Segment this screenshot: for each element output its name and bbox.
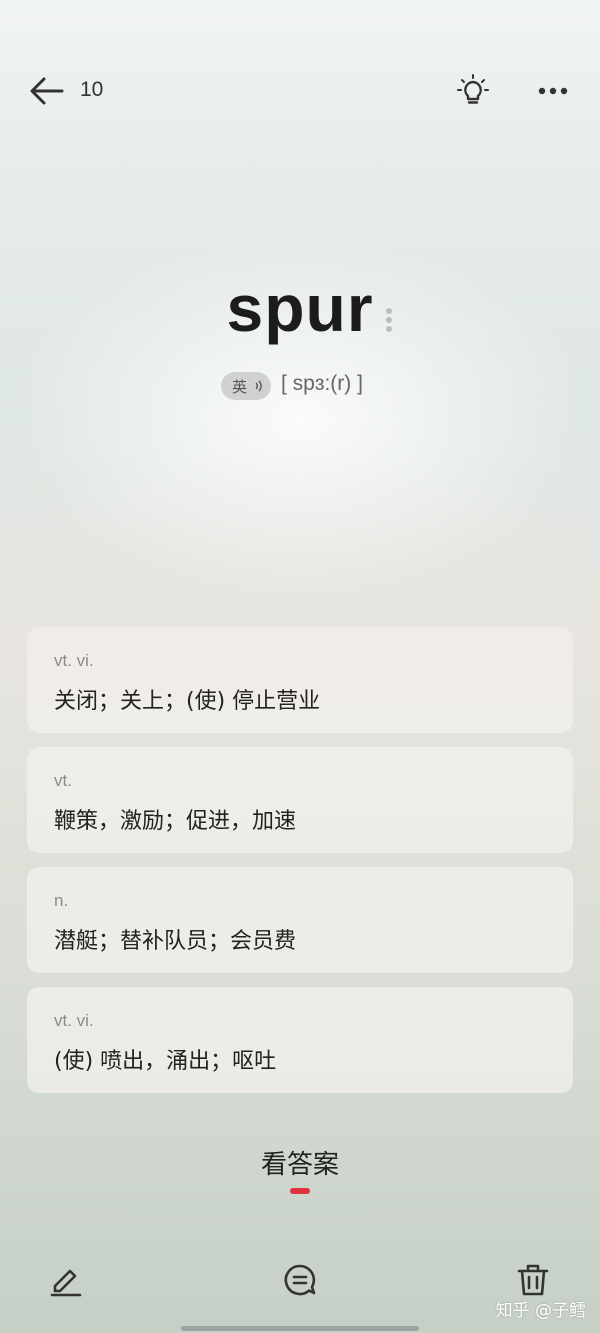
delete-button[interactable] <box>515 1262 551 1298</box>
show-answer-button[interactable]: 看答案 <box>0 1144 600 1181</box>
pronunciation-row: 英 [ spɜ:(r) ] <box>0 370 600 402</box>
word-options-icon[interactable] <box>384 306 394 336</box>
definition-text: 鞭策，激励；促进，加速 <box>54 809 297 834</box>
definition-card[interactable]: n. 潜艇；替补队员；会员费 <box>27 867 573 973</box>
pencil-icon <box>50 1269 82 1297</box>
phonetic-text: [ spɜ:(r) ] <box>281 372 363 395</box>
watermark-text: 知乎 @子鳕 <box>495 1301 586 1321</box>
part-of-speech: vt. vi. <box>54 651 94 670</box>
speaker-icon <box>255 380 262 392</box>
accent-label: 英 <box>232 378 248 396</box>
notes-button[interactable] <box>282 1262 318 1298</box>
part-of-speech: vt. vi. <box>54 1011 94 1030</box>
pronunciation-button[interactable]: 英 <box>221 372 271 400</box>
back-button[interactable] <box>28 74 66 108</box>
part-of-speech: n. <box>54 891 69 910</box>
definition-card[interactable]: vt. vi. 关闭；关上；(使) 停止营业 <box>27 627 573 733</box>
word-section: spur <box>0 270 600 346</box>
edit-button[interactable] <box>48 1262 84 1298</box>
comment-icon <box>284 1264 316 1296</box>
home-indicator[interactable] <box>181 1326 419 1331</box>
lightbulb-icon <box>457 74 489 104</box>
definition-card[interactable]: vt. 鞭策，激励；促进，加速 <box>27 747 573 853</box>
answer-indicator <box>290 1188 310 1194</box>
definition-card[interactable]: vt. vi. (使) 喷出，涌出；呕吐 <box>27 987 573 1093</box>
trash-icon <box>517 1264 549 1296</box>
more-dots-icon <box>538 87 568 95</box>
definition-text: (使) 喷出，涌出；呕吐 <box>54 1049 277 1074</box>
definition-text: 关闭；关上；(使) 停止营业 <box>54 689 321 714</box>
arrow-left-icon <box>30 77 64 105</box>
definition-text: 潜艇；替补队员；会员费 <box>54 929 297 954</box>
more-button[interactable] <box>536 78 570 104</box>
hint-button[interactable] <box>456 74 490 108</box>
word-title: spur <box>226 271 374 345</box>
word-counter: 10 <box>80 78 104 101</box>
top-bar: 10 <box>0 60 600 122</box>
part-of-speech: vt. <box>54 771 72 790</box>
